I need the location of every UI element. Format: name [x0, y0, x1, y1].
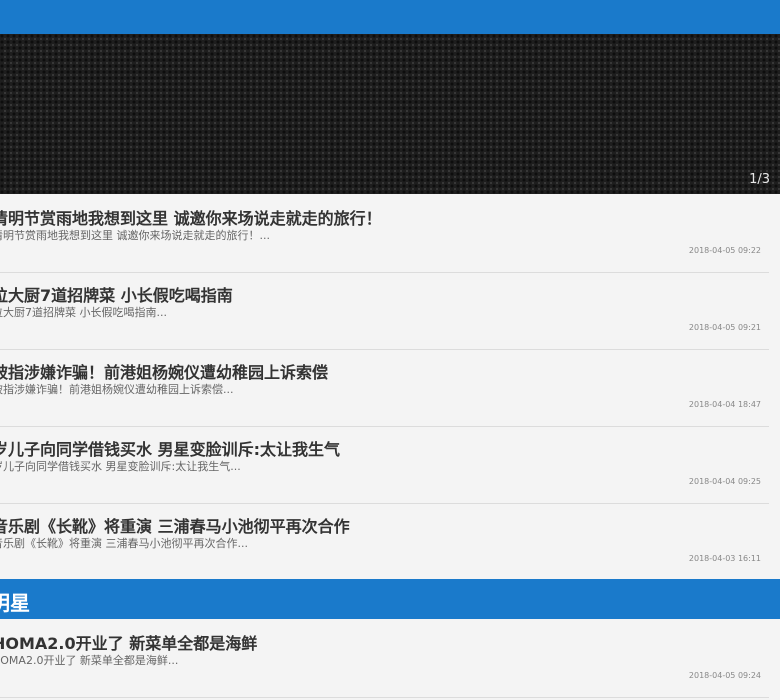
- article-summary: 位大厨7道招牌菜 小长假吃喝指南...: [0, 306, 167, 319]
- article-timestamp: 2018-04-04 18:47: [688, 400, 761, 409]
- carousel-page-indicator: 1/3: [749, 172, 770, 187]
- list-item[interactable]: 位大厨7道招牌菜 小长假吃喝指南 位大厨7道招牌菜 小长假吃喝指南... 201…: [0, 272, 769, 350]
- article-timestamp: 2018-04-05 09:22: [688, 246, 761, 255]
- list-item[interactable]: 清明节赏雨地我想到这里 诚邀你来场说走就走的旅行！ 清明节赏雨地我想到这里 诚邀…: [0, 195, 769, 273]
- article-summary: 岁儿子向同学借钱买水 男星变脸训斥:太让我生气...: [0, 460, 241, 473]
- list-item[interactable]: 音乐剧《长靴》将重演 三浦春马小池彻平再次合作 音乐剧《长靴》将重演 三浦春马小…: [0, 503, 769, 580]
- article-summary: 被指涉嫌诈骗！前港姐杨婉仪遭幼稚园上诉索偿...: [0, 383, 234, 396]
- list-item[interactable]: HOMA2.0开业了 新菜单全都是海鲜 HOMA2.0开业了 新菜单全都是海鲜.…: [0, 620, 769, 698]
- article-summary: HOMA2.0开业了 新菜单全都是海鲜...: [0, 654, 179, 667]
- top-header-bar: [0, 0, 780, 34]
- article-summary: 清明节赏雨地我想到这里 诚邀你来场说走就走的旅行！...: [0, 229, 270, 242]
- article-timestamp: 2018-04-05 09:21: [688, 323, 761, 332]
- article-title[interactable]: 音乐剧《长靴》将重演 三浦春马小池彻平再次合作: [0, 513, 350, 537]
- article-timestamp: 2018-04-03 16:11: [688, 554, 761, 563]
- article-summary: 音乐剧《长靴》将重演 三浦春马小池彻平再次合作...: [0, 537, 248, 550]
- article-title[interactable]: HOMA2.0开业了 新菜单全都是海鲜: [0, 630, 257, 654]
- article-title[interactable]: 清明节赏雨地我想到这里 诚邀你来场说走就走的旅行！: [0, 205, 382, 229]
- article-timestamp: 2018-04-05 09:24: [688, 671, 761, 680]
- article-title[interactable]: 位大厨7道招牌菜 小长假吃喝指南: [0, 282, 233, 306]
- banner-carousel[interactable]: 1/3: [0, 34, 780, 194]
- list-item[interactable]: 岁儿子向同学借钱买水 男星变脸训斥:太让我生气 岁儿子向同学借钱买水 男星变脸训…: [0, 426, 769, 504]
- section-header: 明星: [0, 579, 780, 619]
- list-item[interactable]: 被指涉嫌诈骗！前港姐杨婉仪遭幼稚园上诉索偿 被指涉嫌诈骗！前港姐杨婉仪遭幼稚园上…: [0, 349, 769, 427]
- section-title[interactable]: 明星: [0, 587, 30, 616]
- article-timestamp: 2018-04-04 09:25: [688, 477, 761, 486]
- article-title[interactable]: 岁儿子向同学借钱买水 男星变脸训斥:太让我生气: [0, 436, 340, 460]
- article-title[interactable]: 被指涉嫌诈骗！前港姐杨婉仪遭幼稚园上诉索偿: [0, 359, 328, 383]
